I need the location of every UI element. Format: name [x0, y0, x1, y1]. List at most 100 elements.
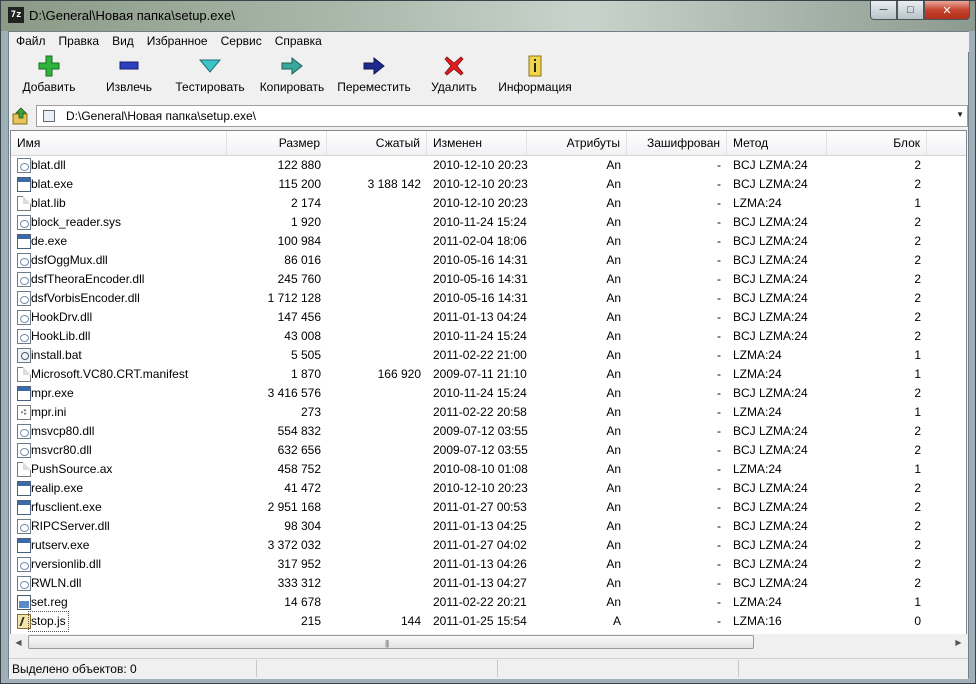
- horizontal-scrollbar[interactable]: ◀ ||| ▶: [10, 634, 967, 651]
- table-row[interactable]: blat.dll 122 880 2010-12-10 20:23 An - BCJ LZ…: [11, 156, 966, 175]
- minus-icon: [114, 54, 144, 78]
- table-row[interactable]: block_reader.sys 1 920 2010-11-24 15:24 An -…: [11, 213, 966, 232]
- folder-up-icon[interactable]: [12, 107, 30, 125]
- file-list[interactable]: Имя Размер Сжатый Изменен Атрибуты Зашиф…: [10, 130, 967, 650]
- chevron-down-icon[interactable]: ▼: [956, 110, 964, 119]
- table-row[interactable]: stop.js 215 144 2011-01-25 15:54 A - LZMA:16 0: [11, 611, 966, 632]
- cell-name: rfusclient.exe: [31, 500, 102, 514]
- menu-bar: Файл Правка Вид Избранное Сервис Справка: [9, 32, 969, 52]
- table-row[interactable]: mpr.exe 3 416 576 2010-11-24 15:24 An - BCJ L…: [11, 384, 966, 403]
- cell-modified: 2010-11-24 15:24: [433, 386, 527, 400]
- scroll-thumb[interactable]: |||: [28, 635, 754, 649]
- cell-modified: 2011-01-13 04:25: [433, 519, 527, 533]
- column-attributes[interactable]: Атрибуты: [527, 131, 627, 155]
- cell-size: 458 752: [277, 462, 321, 476]
- table-row[interactable]: mpr.ini 273 2011-02-22 20:58 An - LZMA:24 1: [11, 403, 966, 422]
- cell-method: BCJ LZMA:24: [733, 253, 808, 267]
- table-row[interactable]: dsfVorbisEncoder.dll 1 712 128 2010-05-16 …: [11, 289, 966, 308]
- copy-button[interactable]: Копировать: [256, 54, 328, 100]
- table-row[interactable]: msvcp80.dll 554 832 2009-07-12 03:55 An - BCJ…: [11, 422, 966, 441]
- cell-block: 2: [914, 386, 921, 400]
- extract-button[interactable]: Извлечь: [99, 54, 159, 100]
- cell-block: 2: [914, 253, 921, 267]
- delete-label: Удалить: [431, 80, 477, 94]
- table-row[interactable]: Microsoft.VC80.CRT.manifest 1 870 166 920 2…: [11, 365, 966, 384]
- cell-encrypted: -: [717, 557, 721, 571]
- scroll-right-icon[interactable]: ▶: [950, 634, 967, 651]
- table-row[interactable]: dsfOggMux.dll 86 016 2010-05-16 14:31 An - BC…: [11, 251, 966, 270]
- column-packed[interactable]: Сжатый: [327, 131, 427, 155]
- column-name[interactable]: Имя: [11, 131, 227, 155]
- cell-method: BCJ LZMA:24: [733, 215, 808, 229]
- test-button[interactable]: Тестировать: [172, 54, 248, 100]
- table-row[interactable]: RIPCServer.dll 98 304 2011-01-13 04:25 An - B…: [11, 517, 966, 536]
- cell-block: 2: [914, 500, 921, 514]
- cell-packed: [327, 289, 427, 308]
- cell-modified: 2010-08-10 01:08: [433, 462, 528, 476]
- table-row[interactable]: PushSource.ax 458 752 2010-08-10 01:08 An - L…: [11, 460, 966, 479]
- column-encrypted[interactable]: Зашифрован: [627, 131, 727, 155]
- list-rows: blat.dll 122 880 2010-12-10 20:23 An - BCJ LZ…: [11, 156, 966, 632]
- cell-encrypted: -: [717, 196, 721, 210]
- maximize-button[interactable]: □: [897, 1, 924, 20]
- copy-arrow-icon: [277, 54, 307, 78]
- cell-method: BCJ LZMA:24: [733, 519, 808, 533]
- window-title: D:\General\Новая папка\setup.exe\: [29, 8, 235, 23]
- cell-packed: [327, 384, 427, 403]
- cell-method: BCJ LZMA:24: [733, 443, 808, 457]
- cell-modified: 2011-01-13 04:24: [433, 310, 527, 324]
- column-block[interactable]: Блок: [827, 131, 927, 155]
- cell-packed: [327, 194, 427, 213]
- table-row[interactable]: HookLib.dll 43 008 2010-11-24 15:24 An - BCJ …: [11, 327, 966, 346]
- table-row[interactable]: set.reg 14 678 2011-02-22 20:21 An - LZMA:24 1: [11, 593, 966, 612]
- 7zip-app-icon[interactable]: 7z: [8, 7, 24, 23]
- info-button[interactable]: Информация: [496, 54, 574, 100]
- cell-attributes: An: [606, 234, 621, 248]
- cell-attributes: An: [606, 310, 621, 324]
- title-bar[interactable]: 7z D:\General\Новая папка\setup.exe\ ─ □…: [1, 1, 975, 31]
- table-row[interactable]: install.bat 5 505 2011-02-22 21:00 An - LZMA:…: [11, 346, 966, 365]
- table-row[interactable]: RWLN.dll 333 312 2011-01-13 04:27 An - BCJ LZ…: [11, 574, 966, 593]
- menu-view[interactable]: Вид: [106, 32, 141, 52]
- copy-label: Копировать: [259, 80, 325, 94]
- client-area: Файл Правка Вид Избранное Сервис Справка…: [8, 31, 969, 679]
- cell-encrypted: -: [717, 519, 721, 533]
- menu-tools[interactable]: Сервис: [215, 32, 269, 52]
- table-row[interactable]: rutserv.exe 3 372 032 2011-01-27 04:02 An - B…: [11, 536, 966, 555]
- table-row[interactable]: blat.exe 115 200 3 188 142 2010-12-10 20:23…: [11, 175, 966, 194]
- table-row[interactable]: msvcr80.dll 632 656 2009-07-12 03:55 An - BCJ…: [11, 441, 966, 460]
- menu-favorites[interactable]: Избранное: [141, 32, 215, 52]
- menu-edit[interactable]: Правка: [53, 32, 107, 52]
- delete-button[interactable]: Удалить: [427, 54, 481, 100]
- cell-method: BCJ LZMA:24: [733, 158, 808, 172]
- move-button[interactable]: Переместить: [335, 54, 413, 100]
- cell-modified: 2009-07-12 03:55: [433, 424, 528, 438]
- minimize-button[interactable]: ─: [870, 1, 897, 20]
- cell-block: 2: [914, 519, 921, 533]
- column-modified[interactable]: Изменен: [427, 131, 527, 155]
- close-button[interactable]: ✕: [924, 1, 970, 20]
- scroll-left-icon[interactable]: ◀: [10, 634, 27, 651]
- cell-packed: [327, 251, 427, 270]
- menu-file[interactable]: Файл: [10, 32, 53, 52]
- table-row[interactable]: de.exe 100 984 2011-02-04 18:06 An - BCJ LZMA…: [11, 232, 966, 251]
- table-row[interactable]: dsfTheoraEncoder.dll 245 760 2010-05-16 14…: [11, 270, 966, 289]
- cell-method: LZMA:24: [733, 367, 782, 381]
- cell-attributes: An: [606, 405, 621, 419]
- cell-size: 3 372 032: [267, 538, 321, 552]
- cell-packed: [327, 574, 427, 593]
- cell-size: 215: [300, 614, 321, 628]
- table-row[interactable]: rfusclient.exe 2 951 168 2011-01-27 00:53 A…: [11, 498, 966, 517]
- menu-help[interactable]: Справка: [269, 32, 329, 52]
- column-method[interactable]: Метод: [727, 131, 827, 155]
- table-row[interactable]: realip.exe 41 472 2010-12-10 20:23 An - BCJ L…: [11, 479, 966, 498]
- add-button[interactable]: Добавить: [19, 54, 79, 100]
- address-input[interactable]: D:\General\Новая папка\setup.exe\ ▼: [36, 105, 968, 127]
- table-row[interactable]: HookDrv.dll 147 456 2011-01-13 04:24 An - BCJ…: [11, 308, 966, 327]
- list-header: Имя Размер Сжатый Изменен Атрибуты Зашиф…: [11, 131, 966, 156]
- cell-packed: [327, 555, 427, 574]
- table-row[interactable]: blat.lib 2 174 2010-12-10 20:23 An - LZMA:24 1: [11, 194, 966, 213]
- table-row[interactable]: rversionlib.dll 317 952 2011-01-13 04:26 An…: [11, 555, 966, 574]
- cell-encrypted: -: [717, 329, 721, 343]
- column-size[interactable]: Размер: [227, 131, 327, 155]
